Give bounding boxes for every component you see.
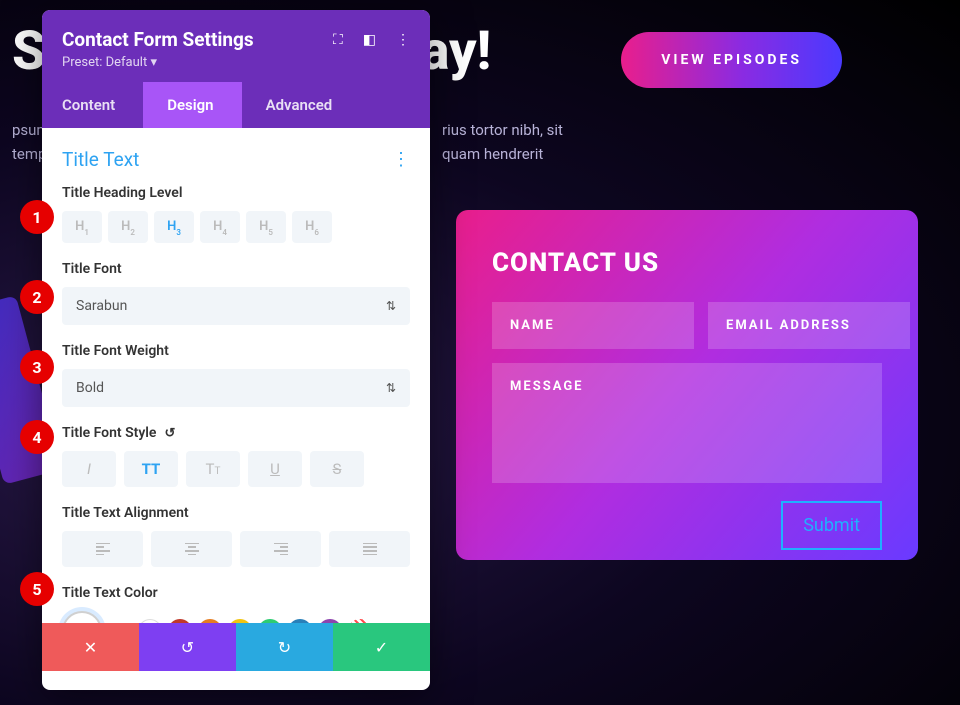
h6-button[interactable]: H6 (292, 211, 332, 243)
preset-label: Preset: Default (62, 55, 147, 70)
heading-level-label: Title Heading Level (62, 185, 410, 201)
select-caret-icon: ⇅ (386, 381, 396, 395)
title-weight-label: Title Font Weight (62, 343, 410, 359)
h5-button[interactable]: H5 (246, 211, 286, 243)
annotation-2: 2 (20, 280, 54, 314)
title-font-group: Title Font Sarabun ⇅ (62, 261, 410, 325)
align-center-button[interactable] (151, 531, 232, 567)
color-swatch-current[interactable] (62, 611, 102, 623)
settings-panel: Contact Form Settings ⛶ ◧ ⋮ Preset: Defa… (42, 10, 430, 690)
strikethrough-button[interactable]: S (310, 451, 364, 487)
h2-button[interactable]: H2 (108, 211, 148, 243)
align-left-button[interactable] (62, 531, 143, 567)
h1-button[interactable]: H1 (62, 211, 102, 243)
uppercase-button[interactable]: TT (124, 451, 178, 487)
title-font-label: Title Font (62, 261, 410, 277)
reset-icon[interactable]: ↺ (164, 426, 175, 441)
italic-button[interactable]: I (62, 451, 116, 487)
title-weight-value: Bold (76, 380, 104, 396)
smallcaps-button[interactable]: TT (186, 451, 240, 487)
title-font-select[interactable]: Sarabun ⇅ (62, 287, 410, 325)
bg-desc-r1: rius tortor nibh, sit (442, 118, 563, 142)
redo-button[interactable]: ↻ (236, 623, 333, 671)
bg-desc-r2: quam hendrerit (442, 142, 543, 166)
h4-button[interactable]: H4 (200, 211, 240, 243)
cancel-button[interactable]: ✕ (42, 623, 139, 671)
title-weight-group: Title Font Weight Bold ⇅ (62, 343, 410, 407)
annotation-3: 3 (20, 350, 54, 384)
view-episodes-button[interactable]: VIEW EPISODES (621, 32, 842, 88)
annotation-1: 1 (20, 200, 54, 234)
menu-icon[interactable]: ⋮ (396, 32, 410, 48)
align-justify-button[interactable] (329, 531, 410, 567)
tab-content[interactable]: Content (42, 82, 143, 128)
annotation-5: 5 (20, 572, 54, 606)
preset-selector[interactable]: Preset: Default ▾ (62, 55, 410, 70)
align-right-button[interactable] (240, 531, 321, 567)
panel-footer: ✕ ↺ ↻ ✓ (42, 623, 430, 671)
name-field[interactable] (492, 302, 694, 349)
message-field[interactable] (492, 363, 882, 483)
tab-advanced[interactable]: Advanced (242, 82, 361, 128)
contact-heading: CONTACT US (492, 248, 882, 278)
title-align-label: Title Text Alignment (62, 505, 410, 521)
dropdown-caret-icon: ▾ (150, 55, 157, 70)
snap-icon[interactable]: ◧ (363, 32, 376, 48)
h3-button[interactable]: H3 (154, 211, 194, 243)
title-font-value: Sarabun (76, 298, 127, 314)
email-field[interactable] (708, 302, 910, 349)
title-align-group: Title Text Alignment (62, 505, 410, 567)
title-color-label: Title Text Color (62, 585, 410, 601)
save-button[interactable]: ✓ (333, 623, 430, 671)
section-options-icon[interactable]: ⋮ (392, 149, 410, 170)
title-weight-select[interactable]: Bold ⇅ (62, 369, 410, 407)
submit-button[interactable]: Submit (781, 501, 882, 550)
panel-header: Contact Form Settings ⛶ ◧ ⋮ Preset: Defa… (42, 10, 430, 82)
title-style-label: Title Font Style ↺ (62, 425, 410, 441)
panel-body: Title Text ⋮ Title Heading Level H1 H2 H… (42, 128, 430, 623)
heading-level-group: Title Heading Level H1 H2 H3 H4 H5 H6 (62, 185, 410, 243)
undo-button[interactable]: ↺ (139, 623, 236, 671)
title-color-group: Title Text Color ••• Saved Global Recent… (62, 585, 410, 623)
contact-form-preview: CONTACT US Submit (456, 210, 918, 560)
panel-tabs: Content Design Advanced (42, 82, 430, 128)
panel-title: Contact Form Settings (62, 28, 254, 51)
underline-button[interactable]: U (248, 451, 302, 487)
expand-icon[interactable]: ⛶ (333, 32, 343, 48)
title-style-label-text: Title Font Style (62, 425, 156, 441)
select-caret-icon: ⇅ (386, 299, 396, 313)
annotation-4: 4 (20, 420, 54, 454)
title-style-group: Title Font Style ↺ I TT TT U S (62, 425, 410, 487)
tab-design[interactable]: Design (143, 82, 241, 128)
section-title: Title Text (62, 148, 139, 171)
